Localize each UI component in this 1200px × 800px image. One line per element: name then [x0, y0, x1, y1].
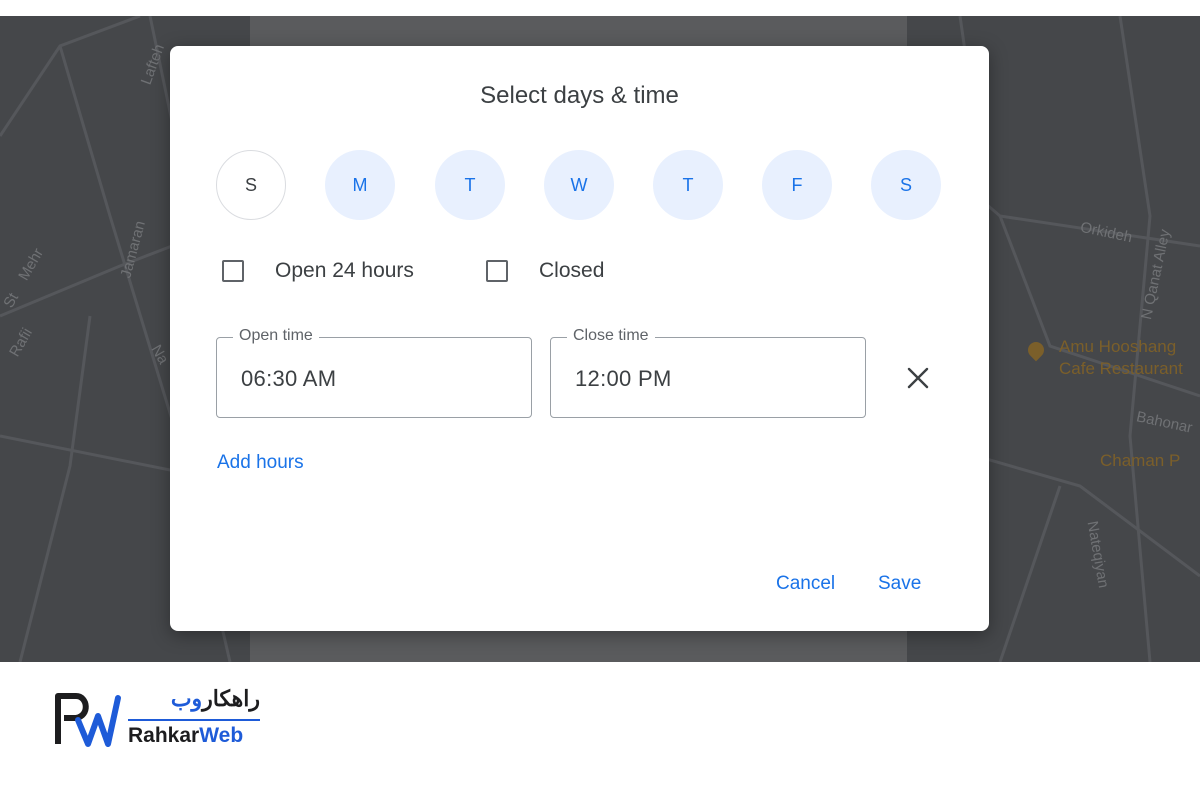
- brand-en-dark: Rahkar: [128, 724, 200, 747]
- brand-divider: [128, 719, 260, 721]
- poi-label: Cafe Restaurant: [1059, 359, 1183, 378]
- brand-name-english: RahkarWeb: [128, 724, 243, 748]
- open-24-hours-option[interactable]: Open 24 hours: [222, 259, 414, 283]
- add-hours-link[interactable]: Add hours: [217, 452, 304, 474]
- close-time-label: Close time: [567, 327, 655, 345]
- save-button[interactable]: Save: [878, 573, 921, 595]
- closed-checkbox[interactable]: [486, 260, 508, 282]
- open-time-value[interactable]: 06:30 AM: [241, 366, 336, 392]
- select-days-time-dialog: Select days & time S M T W T F S Open 24…: [170, 46, 989, 631]
- day-toggle-saturday[interactable]: S: [871, 150, 941, 220]
- day-toggle-thursday[interactable]: T: [653, 150, 723, 220]
- day-toggle-tuesday[interactable]: T: [435, 150, 505, 220]
- brand-name-persian: راهکاروب: [126, 686, 260, 712]
- open-time-field[interactable]: Open time 06:30 AM: [216, 327, 532, 418]
- cancel-button[interactable]: Cancel: [776, 573, 835, 595]
- brand-fa-dark: راهکار: [202, 686, 260, 711]
- close-time-value[interactable]: 12:00 PM: [575, 366, 672, 392]
- brand-fa-accent: وب: [170, 686, 203, 711]
- open-24-hours-label: Open 24 hours: [275, 259, 414, 282]
- closed-option[interactable]: Closed: [486, 259, 604, 283]
- poi-label: Chaman P: [1100, 451, 1181, 470]
- dialog-title: Select days & time: [480, 82, 679, 109]
- day-toggle-sunday[interactable]: S: [216, 150, 286, 220]
- open-24-hours-checkbox[interactable]: [222, 260, 244, 282]
- poi-label: Amu Hooshang: [1059, 337, 1177, 356]
- brand-en-accent: Web: [199, 724, 244, 747]
- rw-logo-icon: [55, 693, 121, 747]
- close-time-field[interactable]: Close time 12:00 PM: [550, 327, 866, 418]
- close-icon[interactable]: [906, 366, 930, 390]
- day-toggle-friday[interactable]: F: [762, 150, 832, 220]
- day-toggle-wednesday[interactable]: W: [544, 150, 614, 220]
- open-time-label: Open time: [233, 327, 319, 345]
- rahkarweb-logo: راهکاروب RahkarWeb: [54, 686, 274, 750]
- closed-label: Closed: [539, 259, 605, 282]
- day-toggle-monday[interactable]: M: [325, 150, 395, 220]
